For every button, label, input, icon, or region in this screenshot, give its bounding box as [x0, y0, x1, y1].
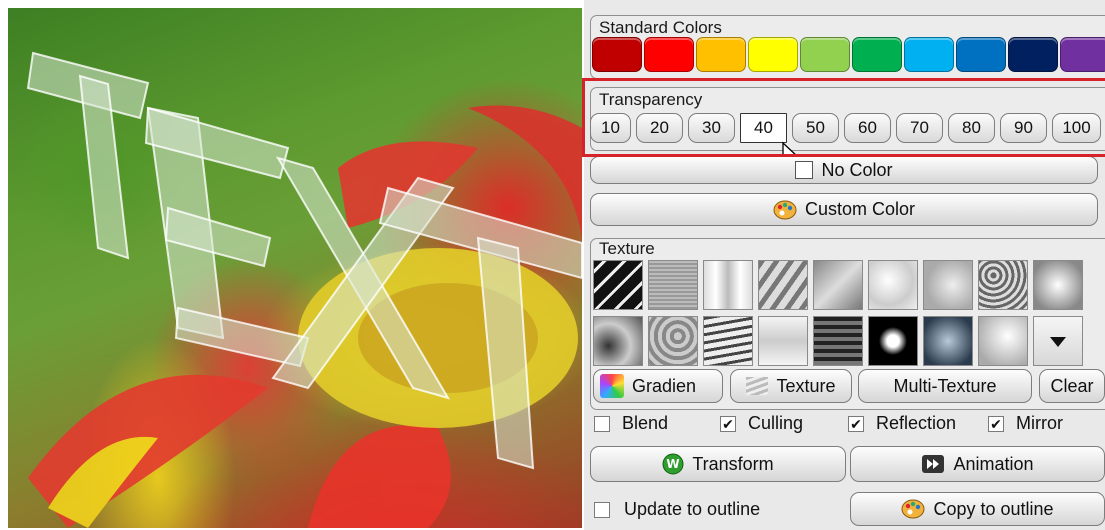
texture-thumbnail[interactable] [593, 316, 643, 366]
gradient-icon [600, 374, 624, 398]
transparency-option-70[interactable]: 70 [896, 113, 943, 143]
transparency-option-20[interactable]: 20 [636, 113, 683, 143]
properties-panel: Standard Colors Transparency 10 20 30 40 50 6… [584, 0, 1105, 530]
standard-colors-title: Standard Colors [597, 18, 724, 37]
texture-button[interactable]: Texture [730, 369, 852, 403]
color-swatch[interactable] [644, 37, 694, 72]
mirror-label: Mirror [1016, 413, 1063, 433]
culling-checkbox[interactable]: ✔ [720, 416, 736, 432]
transparency-option-50[interactable]: 50 [792, 113, 839, 143]
color-swatch[interactable] [592, 37, 642, 72]
texture-thumbnail[interactable] [758, 316, 808, 366]
texture-thumbnail[interactable] [923, 316, 973, 366]
transparency-option-80[interactable]: 80 [948, 113, 995, 143]
svg-text:W: W [667, 457, 680, 471]
texture-title: Texture [597, 239, 657, 258]
texture-thumbnail[interactable] [758, 260, 808, 310]
texture-thumbnail[interactable] [978, 316, 1028, 366]
reflection-label: Reflection [876, 413, 957, 433]
custom-color-label: Custom Color [804, 199, 916, 219]
transparency-option-30[interactable]: 30 [688, 113, 735, 143]
texture-thumbnail[interactable] [923, 260, 973, 310]
texture-label: Texture [776, 375, 836, 396]
clear-label: Clear [1050, 375, 1094, 396]
gradient-button[interactable]: Gradien [593, 369, 723, 403]
no-color-button[interactable]: No Color [590, 156, 1098, 184]
texture-thumbnail[interactable] [868, 316, 918, 366]
custom-color-button[interactable]: Custom Color [590, 193, 1098, 226]
dropdown-arrow-icon [1050, 337, 1066, 347]
palette-icon [773, 200, 797, 219]
transparency-option-100[interactable]: 100 [1052, 113, 1101, 143]
texture-thumbnail[interactable] [813, 316, 863, 366]
texture-icon [746, 377, 769, 395]
update-to-outline-checkbox[interactable] [594, 502, 610, 518]
copy-palette-icon [901, 499, 925, 519]
clear-button[interactable]: Clear [1039, 369, 1105, 403]
color-swatch[interactable] [696, 37, 746, 72]
gradient-label: Gradien [632, 375, 697, 396]
copy-to-outline-label: Copy to outline [933, 498, 1054, 519]
multi-texture-button[interactable]: Multi-Texture [858, 369, 1032, 403]
more-textures-dropdown[interactable] [1033, 316, 1083, 366]
multi-texture-label: Multi-Texture [893, 375, 997, 396]
texture-thumbnail[interactable] [703, 260, 753, 310]
transparency-option-90[interactable]: 90 [1000, 113, 1047, 143]
animation-label: Animation [953, 453, 1034, 474]
blend-label: Blend [622, 413, 669, 433]
copy-to-outline-button[interactable]: Copy to outline [850, 492, 1105, 526]
blend-checkbox[interactable] [594, 416, 610, 432]
update-to-outline-label: Update to outline [624, 499, 761, 519]
color-swatch[interactable] [1008, 37, 1058, 72]
texture-thumbnail[interactable] [648, 316, 698, 366]
transparency-title: Transparency [597, 90, 705, 109]
texture-thumbnail[interactable] [703, 316, 753, 366]
texture-thumbnail[interactable] [1033, 260, 1083, 310]
culling-label: Culling [748, 413, 804, 433]
no-color-icon [795, 161, 814, 179]
transparency-option-60[interactable]: 60 [844, 113, 891, 143]
animation-button[interactable]: Animation [850, 446, 1105, 482]
color-swatch[interactable] [904, 37, 954, 72]
preview-scene [26, 51, 582, 528]
transform-label: Transform [692, 453, 774, 474]
texture-thumbnail[interactable] [978, 260, 1028, 310]
reflection-checkbox[interactable]: ✔ [848, 416, 864, 432]
color-swatch[interactable] [748, 37, 798, 72]
transform-icon: W [662, 453, 684, 475]
preview-image [8, 8, 582, 528]
transparency-option-40[interactable]: 40 [740, 113, 787, 143]
animation-icon [922, 455, 945, 473]
texture-thumbnail[interactable] [593, 260, 643, 310]
mirror-checkbox[interactable]: ✔ [988, 416, 1004, 432]
color-swatch[interactable] [852, 37, 902, 72]
color-swatch[interactable] [956, 37, 1006, 72]
transparency-option-10[interactable]: 10 [590, 113, 631, 143]
color-swatch[interactable] [1060, 37, 1105, 72]
transform-button[interactable]: W Transform [590, 446, 846, 482]
texture-thumbnail[interactable] [648, 260, 698, 310]
texture-thumbnail[interactable] [813, 260, 863, 310]
color-swatch[interactable] [800, 37, 850, 72]
texture-thumbnail[interactable] [868, 260, 918, 310]
no-color-label: No Color [821, 159, 893, 180]
